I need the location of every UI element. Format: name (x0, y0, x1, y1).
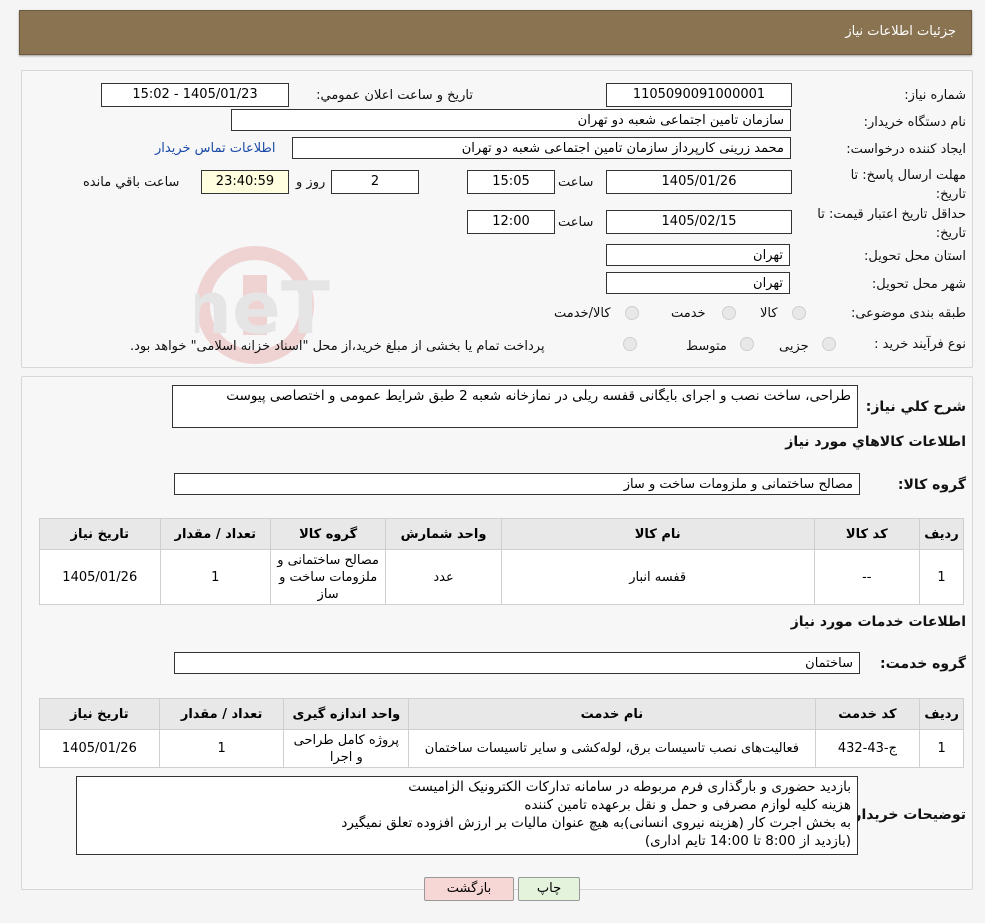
cell-name: قفسه انبار (500, 549, 815, 605)
cell-row: 1 (919, 729, 964, 768)
deadline-label: مهلت ارسال پاسخ: تا تاریخ: (850, 168, 966, 202)
note-line: (بازدید از 8:00 تا 14:00 تایم اداری) (644, 833, 851, 849)
validity-label: حداقل تاریخ اعتبار قیمت: تا تاریخ: (817, 207, 966, 241)
validity-time-field: 12:00 (467, 210, 555, 234)
cell-unit: عدد (385, 549, 502, 605)
announce-datetime-field: 1405/01/23 - 15:02 (101, 83, 289, 107)
deadline-date-field: 1405/01/26 (606, 170, 792, 194)
table-row: 1 -- قفسه انبار عدد مصالح ساختمانی و ملز… (39, 549, 965, 605)
cell-date: 1405/01/26 (39, 729, 160, 768)
cell-name: فعالیت‌های نصب تاسیسات برق، لوله‌کشی و س… (408, 729, 816, 768)
deadline-time-label: ساعت (558, 175, 594, 190)
col-need-date: تاریخ نیاز (39, 518, 161, 550)
page-title: جزئیات اطلاعات نیاز (845, 24, 956, 39)
category-both-radio[interactable] (625, 306, 639, 320)
process-medium-label: متوسط (686, 339, 727, 354)
category-both-label: کالا/خدمت (554, 306, 611, 321)
days-count-field: 2 (331, 170, 419, 194)
col-service-name: نام خدمت (408, 698, 816, 730)
process-medium-radio[interactable] (740, 337, 754, 351)
days-label: روز و (296, 175, 326, 190)
note-line: به بخش اجرت کار (هزینه نیروی انسانی)به ه… (341, 815, 851, 831)
need-number-field: 1105090091000001 (606, 83, 792, 107)
process-type-label: نوع فرآیند خرید : (874, 337, 966, 352)
remaining-label: ساعت باقي مانده (83, 175, 180, 190)
validity-time-label: ساعت (558, 215, 594, 230)
note-line: بازدید حضوری و بارگذاری فرم مربوطه در سا… (408, 779, 851, 795)
summary-label: شرح کلي نیاز: (865, 399, 966, 415)
announce-label: تاریخ و ساعت اعلان عمومي: (316, 88, 473, 103)
category-goods-radio[interactable] (792, 306, 806, 320)
city-label: شهر محل تحویل: (871, 277, 966, 292)
services-section-title: اطلاعات خدمات مورد نیاز (790, 614, 966, 630)
buyer-contact-link[interactable]: اطلاعات تماس خریدار (155, 141, 275, 156)
services-table-header: ردیف کد خدمت نام خدمت واحد اندازه گیری ت… (39, 698, 964, 730)
process-minor-radio[interactable] (822, 337, 836, 351)
col-quantity: تعداد / مقدار (158, 698, 285, 730)
buyer-notes-textarea: بازدید حضوری و بارگذاری فرم مربوطه در سا… (76, 776, 858, 855)
goods-section-title: اطلاعات کالاهاي مورد نیاز (785, 434, 966, 450)
table-row: 1 ج-43-432 فعالیت‌های نصب تاسیسات برق، ل… (39, 729, 964, 768)
category-service-radio[interactable] (722, 306, 736, 320)
buyer-notes-label: توضیحات خریدار: (847, 807, 966, 823)
creator-field: محمد زرینی کارپرداز سازمان تامین اجتماعی… (292, 137, 791, 159)
buyer-org-label: نام دستگاه خریدار: (863, 115, 966, 130)
treasury-note: پرداخت تمام یا بخشی از مبلغ خرید،از محل … (130, 339, 545, 354)
note-line: هزینه کلیه لوازم مصرفی و حمل و نقل برعهد… (524, 797, 851, 813)
province-label: استان محل تحویل: (864, 249, 966, 264)
cell-code: -- (813, 549, 920, 605)
col-quantity: تعداد / مقدار (159, 518, 271, 550)
category-goods-label: کالا (760, 306, 778, 321)
cell-group: مصالح ساختمانی و ملزومات ساخت و ساز (269, 549, 387, 605)
goods-table-header: ردیف کد کالا نام کالا واحد شمارش گروه کا… (39, 518, 965, 550)
col-measure-unit: واحد اندازه گیری (283, 698, 410, 730)
goods-group-label: گروه کالا: (897, 477, 966, 493)
need-number-label: شماره نیاز: (904, 88, 966, 103)
deadline-time-field: 15:05 (467, 170, 555, 194)
back-button[interactable]: بازگشت (424, 877, 514, 901)
province-field: تهران (606, 244, 790, 266)
col-row: ردیف (919, 698, 964, 730)
cell-unit: پروژه کامل طراحی و اجرا (283, 729, 410, 768)
col-row: ردیف (918, 518, 965, 550)
summary-textarea: طراحی، ساخت نصب و اجرای بایگانی قفسه ریل… (172, 385, 858, 428)
buyer-org-field: سازمان تامین اجتماعی شعبه دو تهران (231, 109, 791, 131)
col-goods-name: نام کالا (500, 518, 815, 550)
cell-quantity: 1 (158, 729, 285, 768)
category-label: طبقه بندی موضوعی: (850, 306, 966, 321)
col-goods-code: کد کالا (813, 518, 920, 550)
cell-code: ج-43-432 (814, 729, 921, 768)
city-field: تهران (606, 272, 790, 294)
treasury-checkbox[interactable] (623, 337, 637, 351)
service-group-field: ساختمان (174, 652, 860, 674)
services-table: ردیف کد خدمت نام خدمت واحد اندازه گیری ت… (39, 698, 964, 768)
cell-quantity: 1 (159, 549, 271, 605)
print-button[interactable]: چاپ (518, 877, 580, 901)
goods-table: ردیف کد کالا نام کالا واحد شمارش گروه کا… (39, 518, 965, 605)
cell-date: 1405/01/26 (39, 549, 161, 605)
remaining-time-field: 23:40:59 (201, 170, 289, 194)
goods-group-field: مصالح ساختمانی و ملزومات ساخت و ساز (174, 473, 860, 495)
col-goods-group: گروه کالا (269, 518, 387, 550)
cell-row: 1 (918, 549, 965, 605)
category-service-label: خدمت (671, 306, 706, 321)
col-unit: واحد شمارش (385, 518, 502, 550)
col-need-date: تاریخ نیاز (39, 698, 160, 730)
service-group-label: گروه خدمت: (880, 656, 966, 672)
process-minor-label: جزیی (779, 339, 809, 354)
validity-date-field: 1405/02/15 (606, 210, 792, 234)
col-service-code: کد خدمت (814, 698, 921, 730)
creator-label: ایجاد کننده درخواست: (846, 142, 966, 157)
page-header: جزئیات اطلاعات نیاز (19, 10, 972, 55)
